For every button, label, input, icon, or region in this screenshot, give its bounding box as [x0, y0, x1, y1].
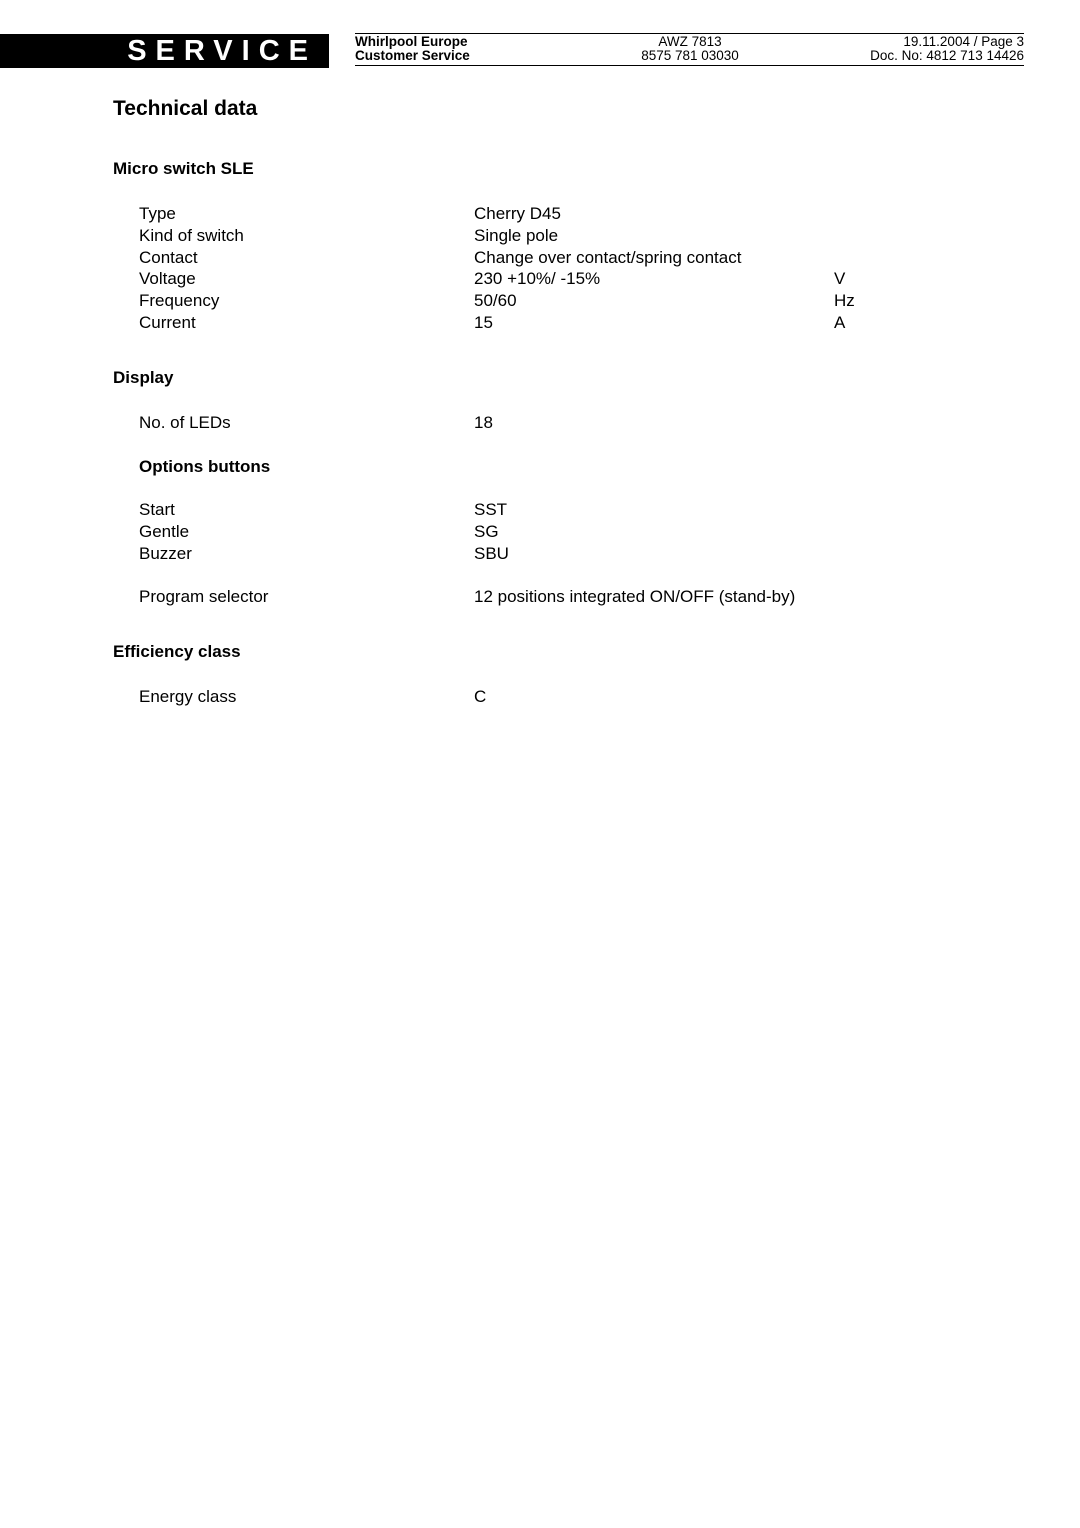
spec-row-frequency: Frequency 50/60 Hz: [0, 290, 1080, 312]
spec-value: 12 positions integrated ON/OFF (stand-by…: [474, 587, 796, 606]
header-company-block: Whirlpool Europe Customer Service: [355, 35, 470, 63]
spec-label: Frequency: [139, 291, 220, 310]
spec-label: Kind of switch: [139, 226, 244, 245]
spec-value: Cherry D45: [474, 204, 561, 223]
spec-row-voltage: Voltage 230 +10%/ -15% V: [0, 268, 1080, 290]
spec-row-type: Type Cherry D45: [0, 203, 1080, 225]
spec-row-program-selector: Program selector 12 positions integrated…: [0, 586, 1080, 608]
department-name: Customer Service: [355, 48, 470, 63]
header-doc-block: 19.11.2004 / Page 3 Doc. No: 4812 713 14…: [870, 35, 1024, 63]
header-model-block: AWZ 7813 8575 781 03030: [625, 35, 755, 63]
section-title-micro-switch: Micro switch SLE: [113, 159, 254, 178]
spec-label: Program selector: [139, 587, 269, 606]
section-title-display: Display: [113, 368, 174, 387]
document-header: Whirlpool Europe Customer Service AWZ 78…: [355, 33, 1024, 66]
spec-value: 15: [474, 313, 493, 332]
spec-row-start: Start SST: [0, 499, 1080, 521]
spec-unit: Hz: [834, 291, 855, 310]
model-number: AWZ 7813: [658, 34, 722, 49]
spec-value: SBU: [474, 544, 509, 563]
section-title-options-buttons: Options buttons: [139, 457, 271, 476]
spec-label: Type: [139, 204, 176, 223]
spec-value: SG: [474, 522, 499, 541]
spec-label: Voltage: [139, 269, 196, 288]
spec-row-energy-class: Energy class C: [0, 686, 1080, 708]
page-title: Technical data: [113, 97, 258, 120]
spec-value: Change over contact/spring contact: [474, 248, 742, 267]
spec-row-contact: Contact Change over contact/spring conta…: [0, 247, 1080, 269]
spec-value: 230 +10%/ -15%: [474, 269, 601, 288]
doc-number: Doc. No: 4812 713 14426: [870, 48, 1024, 63]
spec-label: Buzzer: [139, 544, 192, 563]
spec-label: Gentle: [139, 522, 190, 541]
spec-row-buzzer: Buzzer SBU: [0, 543, 1080, 565]
service-banner: SERVICE: [0, 34, 329, 68]
spec-row-gentle: Gentle SG: [0, 521, 1080, 543]
spec-unit: V: [834, 269, 846, 288]
spec-label: Start: [139, 500, 175, 519]
spec-value: SST: [474, 500, 508, 519]
company-name: Whirlpool Europe: [355, 34, 468, 49]
spec-value: C: [474, 687, 487, 706]
spec-value: Single pole: [474, 226, 559, 245]
section-title-efficiency-class: Efficiency class: [113, 642, 241, 661]
spec-unit: A: [834, 313, 846, 332]
spec-row-current: Current 15 A: [0, 312, 1080, 334]
spec-row-kind-of-switch: Kind of switch Single pole: [0, 225, 1080, 247]
spec-label: No. of LEDs: [139, 413, 231, 432]
spec-value: 18: [474, 413, 493, 432]
part-number: 8575 781 03030: [641, 48, 739, 63]
spec-label: Contact: [139, 248, 198, 267]
spec-label: Energy class: [139, 687, 237, 706]
spec-value: 50/60: [474, 291, 517, 310]
date-page: 19.11.2004 / Page 3: [903, 34, 1024, 49]
spec-label: Current: [139, 313, 196, 332]
spec-row-no-of-leds: No. of LEDs 18: [0, 412, 1080, 434]
